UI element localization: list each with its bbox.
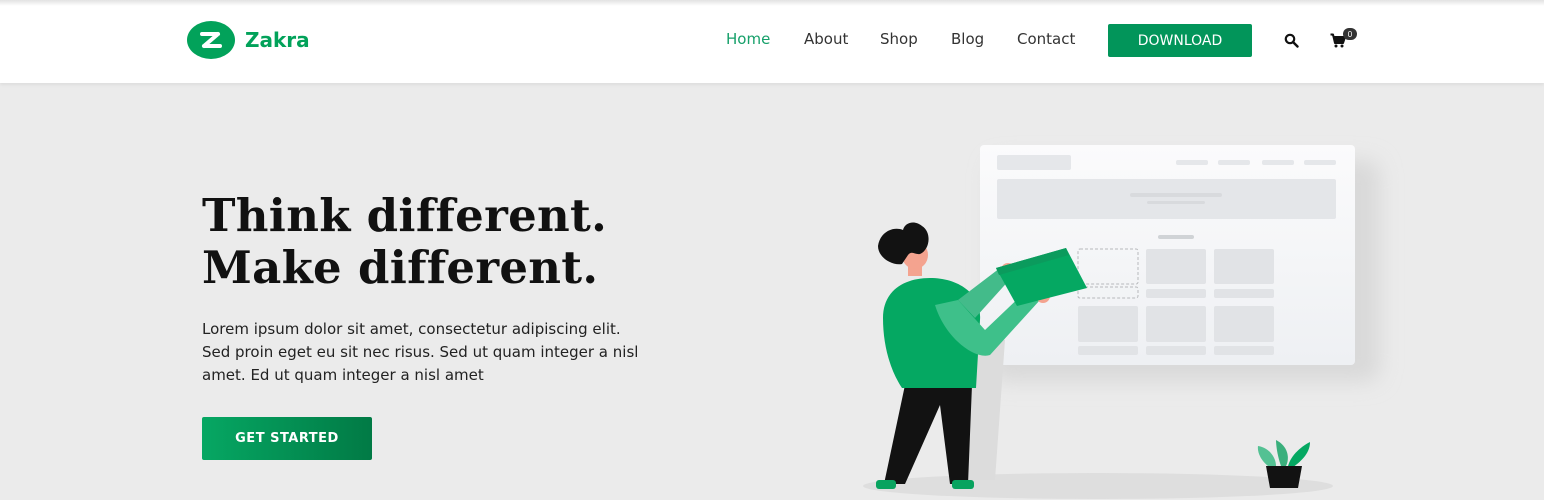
floor-shadow: [863, 473, 1333, 499]
website-wireframe: [980, 145, 1355, 365]
hero-illustration: [863, 145, 1380, 499]
